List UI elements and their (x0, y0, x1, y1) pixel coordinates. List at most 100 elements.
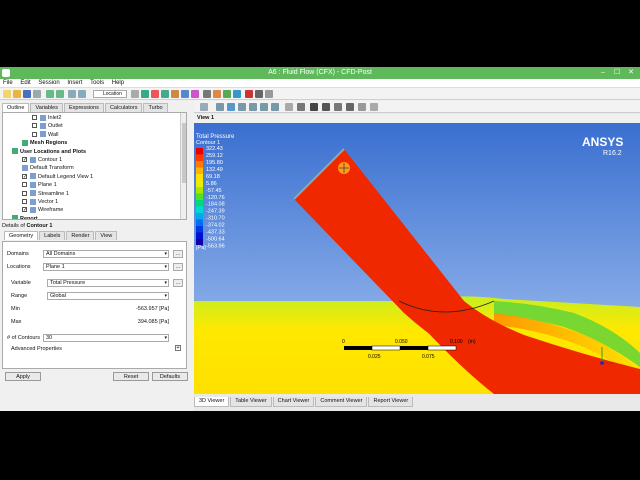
tree-item[interactable]: Default Transform (22, 164, 74, 172)
menu-session[interactable]: Session (35, 79, 62, 87)
tree-item[interactable]: Plane 1 (22, 181, 57, 189)
tree-item[interactable]: Wireframe (22, 206, 63, 214)
tab-comment-viewer[interactable]: Comment Viewer (315, 397, 368, 407)
visibility-checkbox[interactable] (22, 190, 27, 196)
menu-edit[interactable]: Edit (17, 79, 33, 87)
viewport-layout-icon[interactable] (346, 103, 354, 111)
domains-select[interactable]: All Domains (43, 250, 169, 258)
plane-icon[interactable] (131, 90, 139, 98)
locations-select[interactable]: Plane 1 (43, 263, 169, 271)
variable-more-button[interactable]: … (173, 279, 183, 287)
tab-report-viewer[interactable]: Report Viewer (368, 397, 414, 407)
visibility-checkbox[interactable] (32, 123, 37, 129)
tab-3d-viewer[interactable]: 3D Viewer (194, 397, 230, 407)
tree-item[interactable]: Contour 1 (22, 156, 62, 164)
variable-select[interactable]: Total Pressure (47, 279, 169, 287)
close-icon[interactable]: ✕ (624, 68, 638, 78)
visibility-checkbox[interactable] (32, 115, 37, 121)
defaults-button[interactable]: Defaults (152, 372, 188, 381)
redo-icon[interactable] (56, 90, 64, 98)
new-file-icon[interactable] (3, 90, 11, 98)
text-icon[interactable] (203, 90, 211, 98)
advanced-properties-label[interactable]: Advanced Properties (11, 346, 62, 352)
tab-turbo[interactable]: Turbo (143, 103, 168, 112)
macro-icon[interactable] (255, 90, 263, 98)
tab-table-viewer[interactable]: Table Viewer (230, 397, 272, 407)
tree-item[interactable]: Wall (32, 131, 59, 139)
reset-button[interactable]: Reset (113, 372, 149, 381)
particle-track-icon[interactable] (171, 90, 179, 98)
outline-tree[interactable]: Inlet2 Outlet Wall Mesh Regions User Locatio… (2, 112, 187, 220)
domains-more-button[interactable]: … (173, 250, 183, 258)
tree-item[interactable]: Default Legend View 1 (22, 173, 93, 181)
tree-item[interactable]: Mesh Regions (22, 139, 67, 147)
tree-item[interactable]: Report (12, 215, 38, 219)
tree-item[interactable]: User Locations and Plots (12, 148, 86, 156)
tab-variables[interactable]: Variables (30, 103, 63, 112)
zoom-icon[interactable] (238, 103, 246, 111)
tab-view[interactable]: View (95, 231, 118, 240)
tree-scrollbar[interactable] (180, 113, 186, 219)
split-view-icon[interactable] (78, 90, 86, 98)
menu-insert[interactable]: Insert (64, 79, 85, 87)
variable-icon[interactable] (265, 90, 273, 98)
visibility-checkbox[interactable] (32, 131, 37, 137)
tab-labels[interactable]: Labels (39, 231, 66, 240)
streamline-icon[interactable] (161, 90, 169, 98)
visibility-checkbox[interactable] (22, 157, 27, 163)
tab-expressions[interactable]: Expressions (63, 103, 104, 112)
open-folder-icon[interactable] (13, 90, 21, 98)
vector-icon[interactable] (141, 90, 149, 98)
3d-scene[interactable]: 322.43 259.12 195.80 132.49 69.18 5.86 -57.45-… (194, 123, 640, 394)
visibility-checkbox[interactable] (22, 207, 27, 213)
tree-item[interactable]: Vector 1 (22, 198, 58, 206)
tab-render[interactable]: Render (66, 231, 95, 240)
save-icon[interactable] (23, 90, 31, 98)
menu-file[interactable]: File (0, 79, 16, 87)
view-selector[interactable]: View 1 (194, 114, 640, 123)
tree-item[interactable]: Streamline 1 (22, 190, 69, 198)
expand-icon[interactable]: + (175, 345, 181, 351)
location-dropdown[interactable]: Location (93, 90, 127, 98)
locations-more-button[interactable]: … (173, 263, 183, 271)
tab-outline[interactable]: Outline (2, 103, 30, 112)
contours-spinner[interactable]: 30 (43, 334, 169, 342)
contour-icon[interactable] (151, 90, 159, 98)
tab-chart-viewer[interactable]: Chart Viewer (272, 397, 315, 407)
scrollbar-thumb[interactable] (182, 123, 186, 183)
range-select[interactable]: Global (47, 292, 169, 300)
apply-button[interactable]: Apply (5, 372, 41, 381)
print-icon[interactable] (33, 90, 41, 98)
tab-calculators[interactable]: Calculators (104, 103, 143, 112)
layout-icon[interactable] (68, 90, 76, 98)
perspective-icon[interactable] (370, 103, 378, 111)
expression-icon[interactable] (245, 90, 253, 98)
tree-item[interactable]: Outlet (32, 122, 63, 130)
lock-view-icon[interactable] (334, 103, 342, 111)
undo-icon[interactable] (46, 90, 54, 98)
axis-icon[interactable] (358, 103, 366, 111)
zoom-in-icon[interactable] (260, 103, 268, 111)
visibility-checkbox[interactable] (22, 173, 27, 179)
legend-icon[interactable] (213, 90, 221, 98)
volume-render-icon[interactable] (181, 90, 189, 98)
zoom-box-icon[interactable] (249, 103, 257, 111)
menu-help[interactable]: Help (109, 79, 127, 87)
rotate-icon[interactable] (216, 103, 224, 111)
table-icon[interactable] (223, 90, 231, 98)
color-legend[interactable]: 322.43259.12195.80132.4969.185.86-57.45-… (196, 146, 225, 250)
tree-item[interactable]: Inlet2 (32, 114, 61, 122)
tab-geometry[interactable]: Geometry (4, 231, 39, 240)
reset-view-icon[interactable] (310, 103, 318, 111)
visibility-checkbox[interactable] (22, 182, 27, 188)
visibility-checkbox[interactable] (22, 199, 27, 205)
menu-tools[interactable]: Tools (87, 79, 107, 87)
maximize-icon[interactable]: ☐ (610, 68, 624, 78)
select-icon[interactable] (200, 103, 208, 111)
probe-icon[interactable] (297, 103, 305, 111)
pan-icon[interactable] (227, 103, 235, 111)
scene-canvas[interactable]: 322.43259.12195.80132.4969.185.86-57.45-… (194, 123, 640, 394)
chart-icon[interactable] (233, 90, 241, 98)
highlight-icon[interactable] (285, 103, 293, 111)
zoom-fit-icon[interactable] (271, 103, 279, 111)
